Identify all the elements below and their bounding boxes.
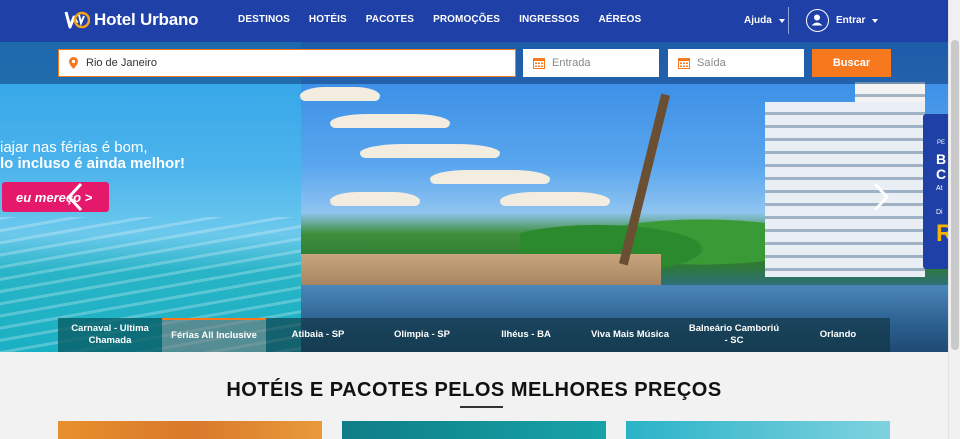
hotel-urbano-logo[interactable]: Hotel Urbano [64, 9, 199, 31]
carousel-tabs: Carnaval - Ultima Chamada Férias All Inc… [58, 318, 891, 352]
checkout-field[interactable] [668, 49, 804, 77]
help-menu[interactable]: Ajuda [744, 15, 785, 26]
deal-card-2[interactable] [342, 421, 606, 439]
page-scrollbar[interactable] [948, 0, 960, 439]
umbrella-shape [360, 144, 500, 158]
login-menu[interactable]: Entrar [806, 9, 879, 32]
main-nav: DESTINOS HOTÉIS PACOTES PROMOÇÕES INGRES… [238, 14, 660, 25]
nav-destinos[interactable]: DESTINOS [238, 14, 290, 25]
destination-field[interactable] [58, 49, 516, 77]
deal-card-1[interactable] [58, 421, 322, 439]
calendar-icon [533, 58, 545, 69]
side-banner-text5: R [936, 220, 948, 247]
checkin-input[interactable] [552, 57, 659, 69]
checkin-field[interactable] [523, 49, 659, 77]
resort-building [765, 102, 925, 277]
promo-text-line1: iajar nas férias é bom, [0, 139, 148, 156]
title-underline [460, 406, 503, 408]
promo-text-line2: lo incluso é ainda melhor! [0, 155, 186, 172]
side-banner-text2: B C [936, 151, 947, 182]
umbrella-shape [330, 192, 420, 206]
carousel-next-arrow-icon[interactable] [872, 182, 890, 212]
umbrella-shape [430, 170, 550, 184]
help-label: Ajuda [744, 15, 772, 26]
tab-viva-mais-musica[interactable]: Viva Mais Música [578, 318, 682, 352]
umbrella-shape [500, 192, 610, 206]
pool-deck [301, 254, 661, 286]
tab-carnaval[interactable]: Carnaval - Ultima Chamada [58, 318, 162, 352]
nav-hoteis[interactable]: HOTÉIS [309, 14, 347, 25]
nav-aereos[interactable]: AÉREOS [598, 14, 641, 25]
caret-down-icon [872, 18, 879, 23]
tab-ilheus[interactable]: Ilhéus - BA [474, 318, 578, 352]
logo-text: Hotel Urbano [94, 10, 199, 29]
carousel-prev-arrow-icon[interactable] [66, 182, 84, 212]
tab-ferias-all-inclusive[interactable]: Férias All Inclusive [162, 318, 266, 352]
umbrella-shape [300, 87, 380, 101]
destination-input[interactable] [86, 57, 515, 69]
tab-atibaia[interactable]: Atibaia - SP [266, 318, 370, 352]
hero-carousel: iajar nas férias é bom, lo incluso é ain… [0, 42, 948, 352]
nav-pacotes[interactable]: PACOTES [366, 14, 414, 25]
promo-cta-button[interactable]: eu mereço > [2, 182, 109, 212]
search-bar: Buscar [0, 42, 948, 84]
checkout-input[interactable] [697, 57, 804, 69]
login-label: Entrar [836, 15, 866, 26]
tab-balneario-camboriu[interactable]: Balneário Camboriú - SC [682, 318, 786, 352]
section-title: HOTÉIS E PACOTES PELOS MELHORES PREÇOS [226, 379, 722, 401]
side-banner-text4: Di [936, 209, 943, 216]
nav-ingressos[interactable]: INGRESSOS [519, 14, 579, 25]
search-button[interactable]: Buscar [812, 49, 891, 77]
user-icon [806, 9, 829, 32]
side-banner-text1: PE [937, 140, 946, 146]
caret-down-icon [778, 18, 785, 23]
top-header: Hotel Urbano DESTINOS HOTÉIS PACOTES PRO… [0, 0, 948, 42]
side-banner-text3: At [936, 185, 943, 192]
tab-olimpia[interactable]: Olímpia - SP [370, 318, 474, 352]
deal-card-3[interactable] [626, 421, 890, 439]
header-divider [788, 7, 789, 34]
logo-mark-icon [64, 11, 90, 29]
scrollbar-thumb[interactable] [951, 40, 959, 350]
umbrella-shape [330, 114, 450, 128]
calendar-icon [678, 58, 690, 69]
nav-promocoes[interactable]: PROMOÇÕES [433, 14, 500, 25]
location-pin-icon [69, 57, 78, 69]
tab-orlando[interactable]: Orlando [786, 318, 890, 352]
